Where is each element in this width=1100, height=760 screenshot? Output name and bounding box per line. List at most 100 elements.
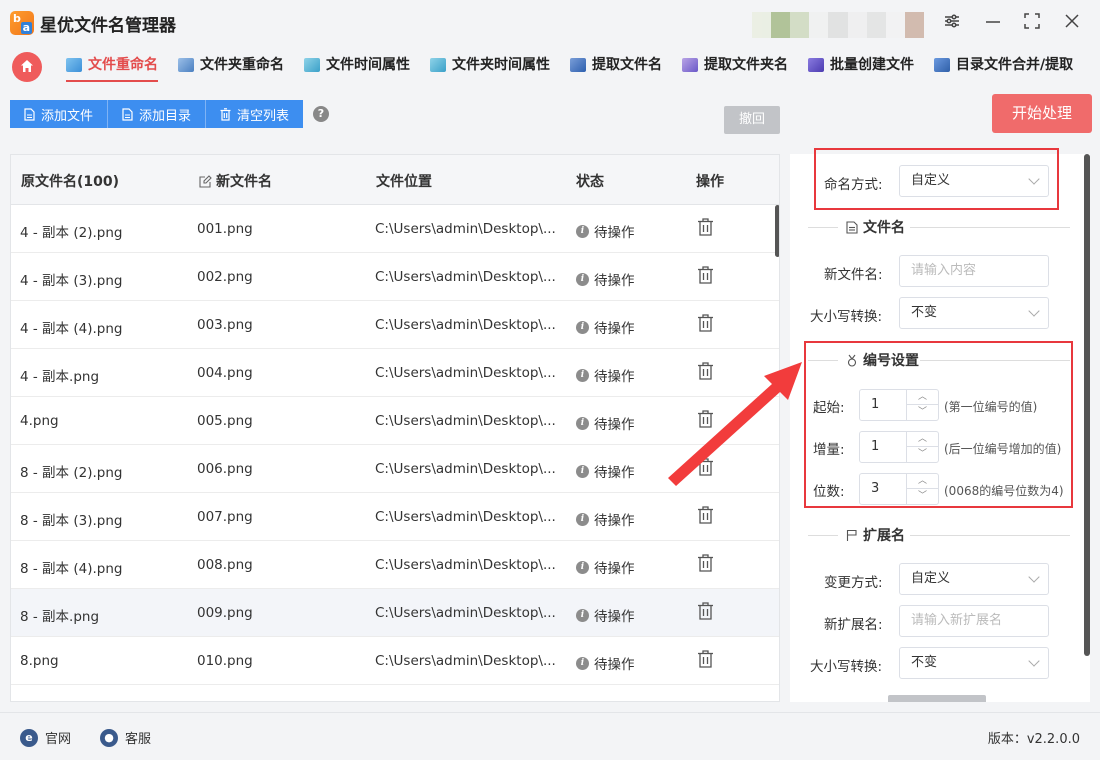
batch-create-icon <box>808 58 824 72</box>
clear-list-button[interactable]: 清空列表 <box>206 100 304 128</box>
info-icon: i <box>576 320 589 334</box>
partial-button[interactable] <box>888 695 986 702</box>
new-ext-input[interactable]: 请输入新扩展名 <box>899 605 1049 637</box>
status-cell: i 待操作 <box>576 221 635 241</box>
add-file-button[interactable]: 添加文件 <box>10 100 109 128</box>
status-cell: i 待操作 <box>576 269 635 289</box>
new-name-input[interactable]: 请输入内容 <box>899 255 1049 287</box>
tab-file-rename[interactable]: 文件重命名 <box>66 54 158 82</box>
maximize-icon[interactable] <box>1021 12 1043 34</box>
divider <box>910 535 1070 536</box>
status-text: 待操作 <box>594 465 635 481</box>
original-filename: 4 - 副本 (2).png <box>20 225 123 241</box>
divider <box>808 227 838 228</box>
header-status: 状态 <box>576 174 604 190</box>
original-filename: 4.png <box>20 413 59 429</box>
new-ext-label: 新扩展名: <box>824 617 883 633</box>
delete-row-icon[interactable] <box>697 266 714 288</box>
table-row[interactable]: 4 - 副本 (2).png 001.png C:\Users\admin\Desk… <box>11 205 779 253</box>
status-cell: i 待操作 <box>576 653 635 673</box>
folder-time-icon <box>430 58 446 72</box>
table-scrollbar[interactable] <box>775 205 779 257</box>
table-row[interactable]: 8 - 副本 (3).png 007.png C:\Users\admin\Desk… <box>11 493 779 541</box>
file-rename-icon <box>66 58 82 72</box>
info-icon: i <box>576 512 589 526</box>
status-text: 待操作 <box>594 225 635 241</box>
help-icon[interactable]: ? <box>313 106 329 122</box>
tab-folder-time[interactable]: 文件夹时间属性 <box>430 54 550 82</box>
original-filename: 8 - 副本 (2).png <box>20 465 123 481</box>
table-row[interactable]: 8 - 副本 (4).png 008.png C:\Users\admin\Desk… <box>11 541 779 589</box>
settings-icon[interactable] <box>941 12 963 34</box>
delete-row-icon[interactable] <box>697 650 714 672</box>
user-avatar[interactable] <box>752 12 924 38</box>
trash-icon <box>220 107 231 121</box>
status-cell: i 待操作 <box>576 557 635 577</box>
case-convert-select[interactable]: 不变 <box>899 297 1049 329</box>
original-filename: 8 - 副本 (3).png <box>20 513 123 529</box>
original-filename: 8.png <box>20 653 59 669</box>
delete-row-icon[interactable] <box>697 602 714 624</box>
table-row[interactable]: 4 - 副本 (3).png 002.png C:\Users\admin\Desk… <box>11 253 779 301</box>
status-text: 待操作 <box>594 369 635 385</box>
ie-icon: e <box>20 728 38 747</box>
close-icon[interactable] <box>1061 12 1083 34</box>
delete-row-icon[interactable] <box>697 554 714 576</box>
ext-case-label: 大小写转换: <box>810 659 883 675</box>
flag-icon <box>846 529 857 541</box>
new-filename: 002.png <box>197 269 253 285</box>
add-directory-button[interactable]: 添加目录 <box>108 100 207 128</box>
tab-extract-filename[interactable]: 提取文件名 <box>570 54 662 82</box>
file-location: C:\Users\admin\Desktop\... <box>375 461 556 477</box>
delete-row-icon[interactable] <box>697 506 714 528</box>
app-title: 星优文件名管理器 <box>40 16 176 36</box>
ext-mode-label: 变更方式: <box>824 575 883 591</box>
file-location: C:\Users\admin\Desktop\... <box>375 221 556 237</box>
info-icon: i <box>576 416 589 430</box>
file-location: C:\Users\admin\Desktop\... <box>375 509 556 525</box>
status-text: 待操作 <box>594 657 635 673</box>
extract-filename-icon <box>570 58 586 72</box>
table-row[interactable]: 8 - 副本.png 009.png C:\Users\admin\Desktop\… <box>11 589 779 637</box>
chevron-down-icon <box>1028 305 1040 317</box>
delete-row-icon[interactable] <box>697 218 714 240</box>
new-filename: 003.png <box>197 317 253 333</box>
status-text: 待操作 <box>594 609 635 625</box>
tab-folder-rename[interactable]: 文件夹重命名 <box>178 54 284 82</box>
dir-merge-icon <box>934 58 950 72</box>
info-icon: i <box>576 560 589 574</box>
header-action: 操作 <box>696 174 724 190</box>
file-location: C:\Users\admin\Desktop\... <box>375 605 556 621</box>
home-button[interactable] <box>12 52 42 82</box>
tab-file-time[interactable]: 文件时间属性 <box>304 54 410 82</box>
header-new-name: 新文件名 <box>199 171 272 191</box>
chevron-down-icon <box>1028 571 1040 583</box>
new-filename: 001.png <box>197 221 253 237</box>
ext-case-select[interactable]: 不变 <box>899 647 1049 679</box>
support-link[interactable]: ● 客服 <box>100 728 151 747</box>
extension-section-header: 扩展名 <box>808 525 1070 545</box>
file-location: C:\Users\admin\Desktop\... <box>375 413 556 429</box>
document-icon <box>846 220 858 234</box>
divider <box>808 535 838 536</box>
new-name-label: 新文件名: <box>824 267 883 283</box>
minimize-icon[interactable] <box>982 12 1004 34</box>
table-row[interactable]: 4 - 副本 (4).png 003.png C:\Users\admin\Desk… <box>11 301 779 349</box>
new-filename: 008.png <box>197 557 253 573</box>
table-row[interactable]: 8.png 010.png C:\Users\admin\Desktop\... i 待… <box>11 637 779 685</box>
tab-batch-create[interactable]: 批量创建文件 <box>808 54 914 82</box>
tab-extract-foldername[interactable]: 提取文件夹名 <box>682 54 788 82</box>
settings-scrollbar[interactable] <box>1084 154 1090 656</box>
new-filename: 005.png <box>197 413 253 429</box>
annotation-box-numbering <box>804 341 1073 508</box>
chat-icon: ● <box>100 728 118 747</box>
table-row[interactable] <box>11 685 779 701</box>
delete-row-icon[interactable] <box>697 314 714 336</box>
file-time-icon <box>304 58 320 72</box>
start-processing-button[interactable]: 开始处理 <box>992 94 1092 133</box>
undo-button[interactable]: 撤回 <box>724 106 780 134</box>
tab-dir-merge[interactable]: 目录文件合并/提取 <box>934 54 1073 82</box>
home-icon <box>21 60 33 72</box>
website-link[interactable]: e 官网 <box>20 728 71 747</box>
ext-mode-select[interactable]: 自定义 <box>899 563 1049 595</box>
